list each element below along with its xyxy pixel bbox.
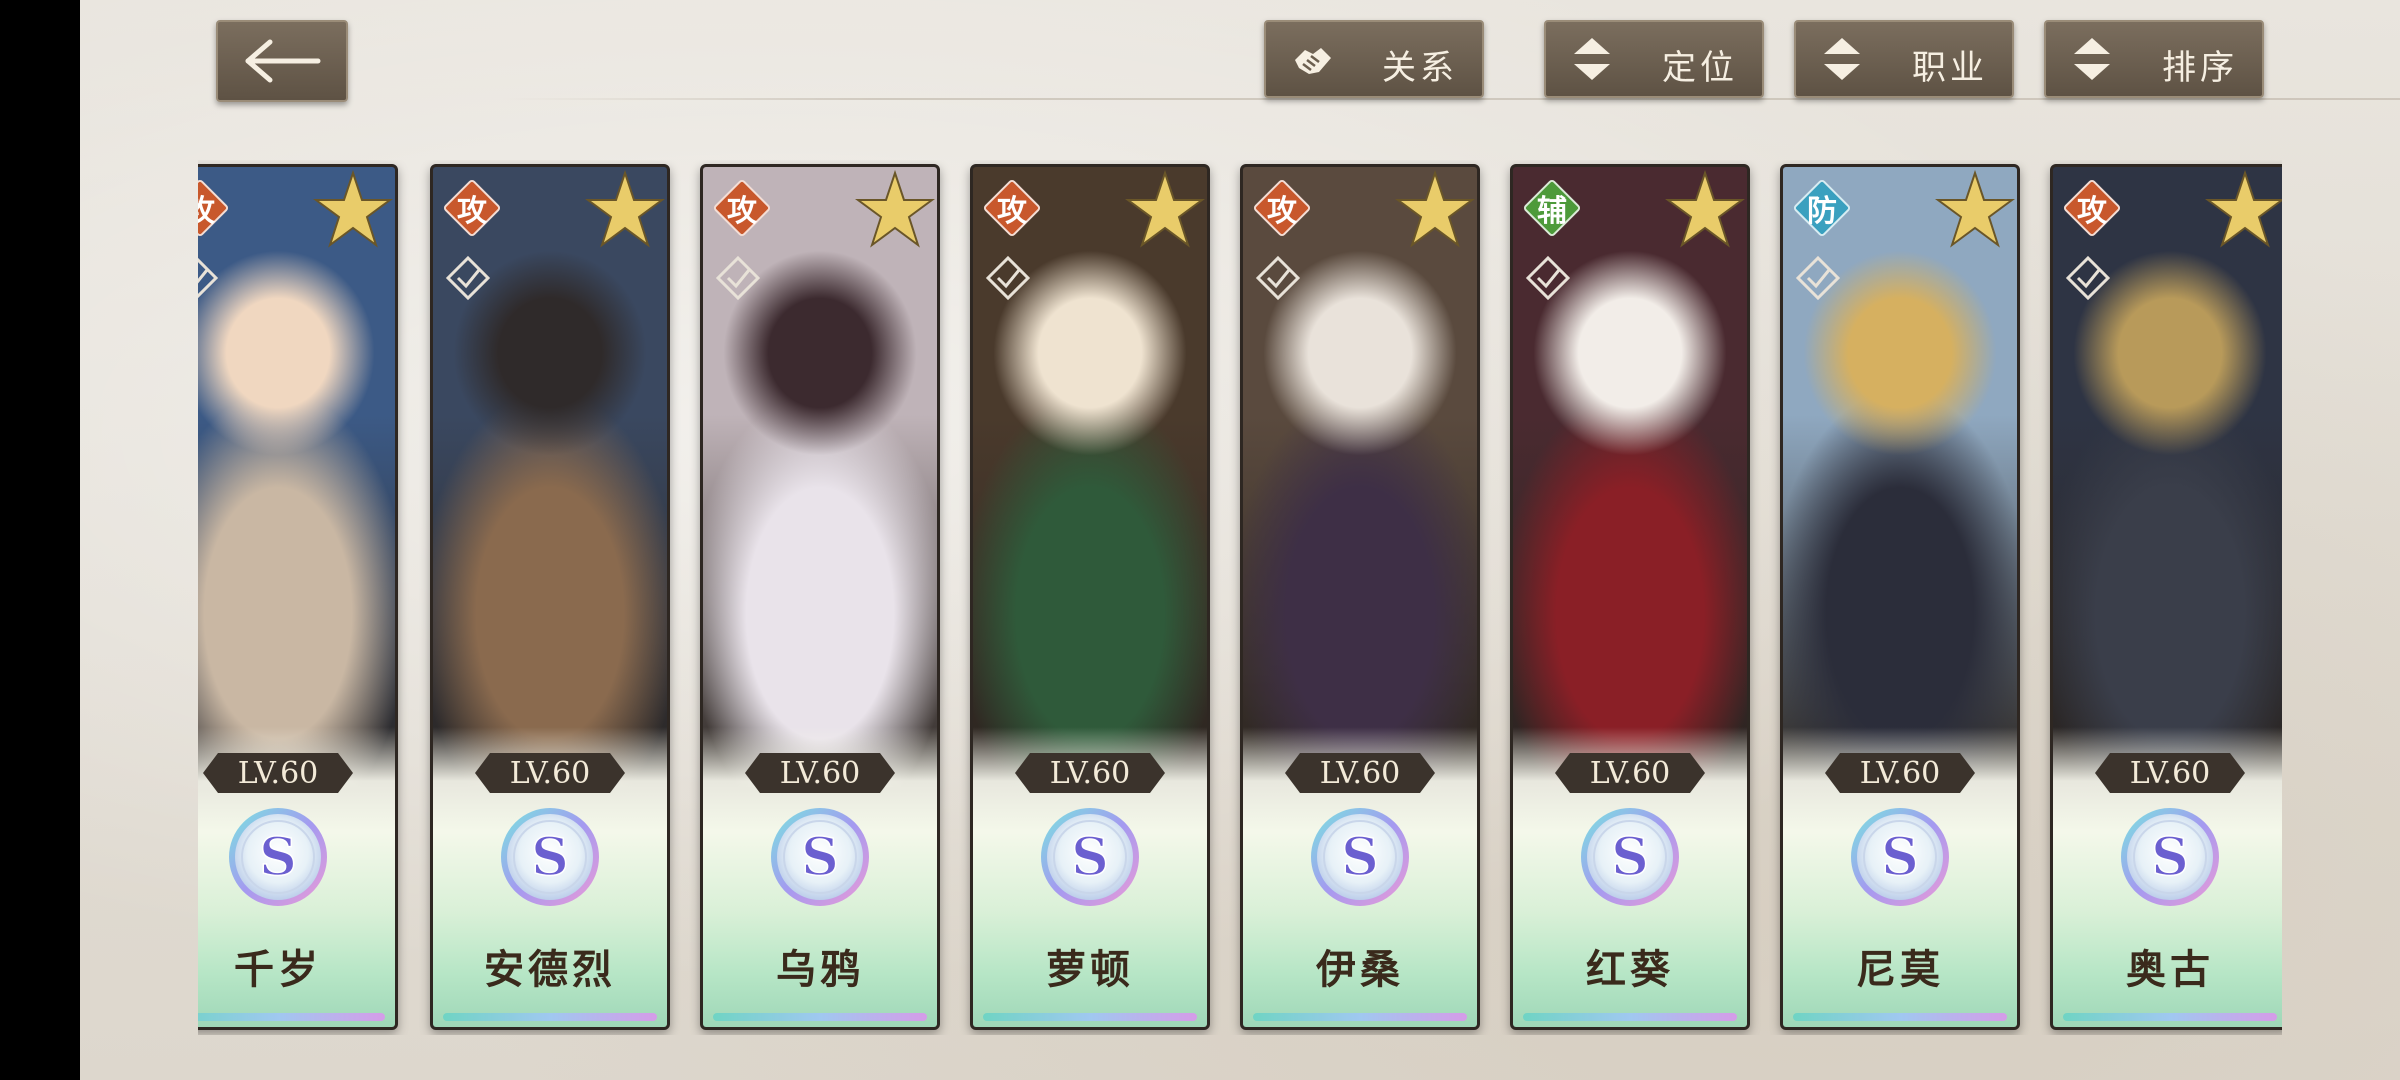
rank-s-icon: S xyxy=(2121,808,2219,906)
progress-bar xyxy=(1253,1013,1467,1021)
check-icon xyxy=(715,255,761,301)
hero-portrait xyxy=(198,167,395,787)
rank-s-icon: S xyxy=(1581,808,1679,906)
rank-s-icon: S xyxy=(1851,808,1949,906)
check-icon xyxy=(2065,255,2111,301)
level-badge: LV.60 xyxy=(1285,753,1435,793)
progress-bar xyxy=(713,1013,927,1021)
role-tag: 攻 xyxy=(2062,178,2122,238)
hero-card-list[interactable]: 攻 LV.60 S xyxy=(198,160,2282,1035)
star-icon xyxy=(1125,169,1205,248)
svg-text:S: S xyxy=(1611,827,1649,888)
progress-bar xyxy=(443,1013,657,1021)
progress-bar xyxy=(1523,1013,1737,1021)
sort-arrows-icon xyxy=(1564,31,1620,87)
level-badge: LV.60 xyxy=(2095,753,2245,793)
hero-name: 安德烈 xyxy=(484,946,616,993)
hero-card[interactable]: 辅 LV.60 S 红葵 xyxy=(1510,164,1750,1030)
svg-text:S: S xyxy=(531,827,569,888)
progress-bar xyxy=(198,1013,385,1021)
hero-name: 千岁 xyxy=(234,946,322,993)
role-tag: 攻 xyxy=(712,178,772,238)
level-badge: LV.60 xyxy=(475,753,625,793)
role-tag: 防 xyxy=(1792,178,1852,238)
check-icon xyxy=(1525,255,1571,301)
rank-s-icon: S xyxy=(771,808,869,906)
hero-name: 伊桑 xyxy=(1316,946,1404,993)
hero-name: 尼莫 xyxy=(1856,946,1944,993)
level-badge: LV.60 xyxy=(745,753,895,793)
level-badge: LV.60 xyxy=(1555,753,1705,793)
star-icon xyxy=(1665,169,1745,248)
hero-card[interactable]: 攻 LV.60 S xyxy=(1240,164,1480,1030)
position-label: 定位 xyxy=(1662,48,1738,88)
svg-text:S: S xyxy=(1881,827,1919,888)
hero-card[interactable]: 攻 LV.60 S xyxy=(700,164,940,1030)
hero-name: 红葵 xyxy=(1586,946,1674,993)
position-filter-button[interactable]: 定位 xyxy=(1544,20,1764,98)
star-icon xyxy=(313,169,393,248)
check-icon xyxy=(1255,255,1301,301)
sort-button[interactable]: 排序 xyxy=(2044,20,2264,98)
progress-bar xyxy=(1793,1013,2007,1021)
star-icon xyxy=(585,169,665,248)
level-badge: LV.60 xyxy=(1825,753,1975,793)
hero-name: 萝顿 xyxy=(1046,946,1134,993)
level-badge: LV.60 xyxy=(1015,753,1165,793)
star-icon xyxy=(1395,169,1475,248)
handshake-icon xyxy=(1284,31,1340,87)
hero-card[interactable]: 攻 LV.60 S xyxy=(2050,164,2282,1030)
check-icon xyxy=(445,255,491,301)
role-tag: 攻 xyxy=(1252,178,1312,238)
check-icon xyxy=(985,255,1031,301)
hero-card[interactable]: 攻 LV.60 S xyxy=(430,164,670,1030)
rank-s-icon: S xyxy=(229,808,327,906)
svg-text:S: S xyxy=(259,827,297,888)
class-filter-button[interactable]: 职业 xyxy=(1794,20,2014,98)
relation-label: 关系 xyxy=(1382,48,1458,88)
level-badge: LV.60 xyxy=(203,753,353,793)
progress-bar xyxy=(2063,1013,2277,1021)
hero-name: 乌鸦 xyxy=(776,946,864,993)
rank-s-icon: S xyxy=(501,808,599,906)
progress-bar xyxy=(983,1013,1197,1021)
hero-card[interactable]: 攻 LV.60 S xyxy=(970,164,1210,1030)
svg-text:S: S xyxy=(801,827,839,888)
star-icon xyxy=(1935,169,2015,248)
hero-card[interactable]: 攻 LV.60 S xyxy=(198,164,398,1030)
hero-name: 奥古 xyxy=(2126,946,2214,993)
arrow-left-icon xyxy=(245,39,321,83)
check-icon xyxy=(1795,255,1841,301)
class-label: 职业 xyxy=(1912,48,1988,88)
role-tag: 攻 xyxy=(982,178,1042,238)
role-tag: 辅 xyxy=(1522,178,1582,238)
check-icon xyxy=(198,257,219,299)
rank-s-icon: S xyxy=(1311,808,1409,906)
svg-text:S: S xyxy=(1071,827,1109,888)
sort-arrows-icon xyxy=(1814,31,1870,87)
sort-label: 排序 xyxy=(2162,48,2238,88)
back-button[interactable] xyxy=(216,20,348,102)
sort-arrows-icon xyxy=(2064,31,2120,87)
hero-card[interactable]: 防 LV.60 S 尼莫 xyxy=(1780,164,2020,1030)
rank-s-icon: S xyxy=(1041,808,1139,906)
svg-text:S: S xyxy=(2151,827,2189,888)
role-tag: 攻 xyxy=(198,178,230,238)
svg-text:S: S xyxy=(1341,827,1379,888)
role-tag: 攻 xyxy=(442,178,502,238)
star-icon xyxy=(2205,169,2282,248)
star-icon xyxy=(855,169,935,248)
relation-button[interactable]: 关系 xyxy=(1264,20,1484,98)
